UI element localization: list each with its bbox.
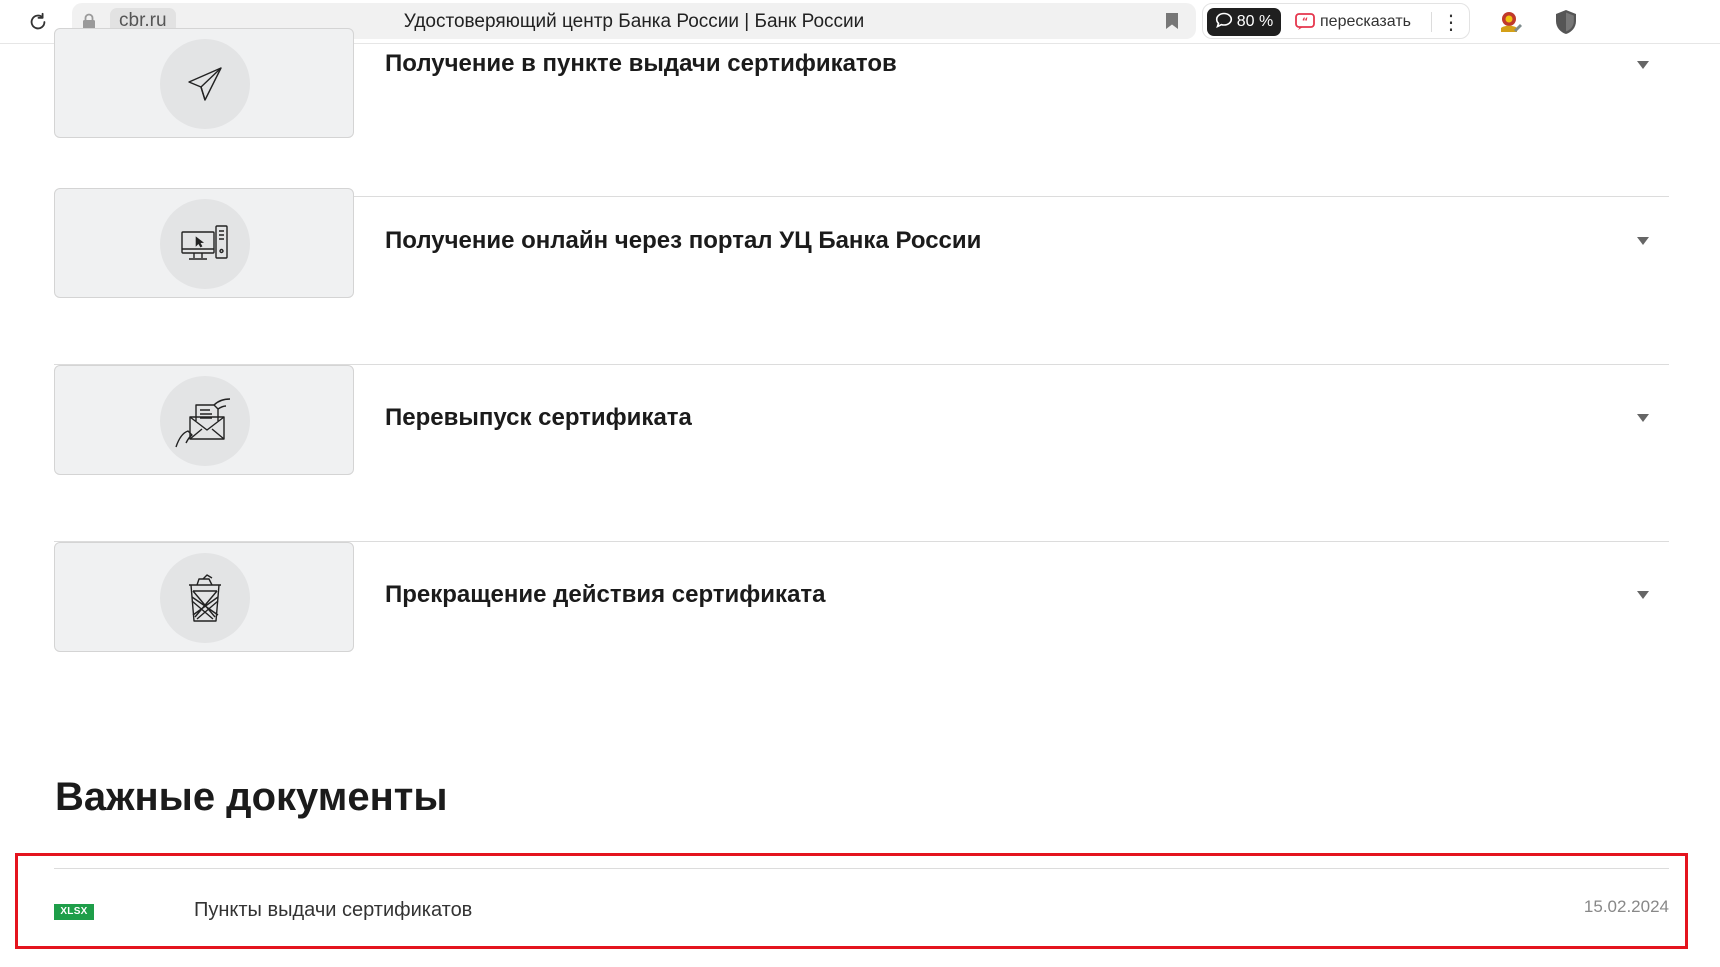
- chevron-down-icon[interactable]: [1637, 414, 1649, 422]
- document-row[interactable]: XLSX Пункты выдачи сертификатов 15.02.20…: [54, 868, 1669, 952]
- accordion-item-online-portal[interactable]: Получение онлайн через портал УЦ Банка Р…: [54, 188, 1669, 365]
- accordion-icon-box: [54, 188, 354, 298]
- paper-plane-icon: [160, 39, 250, 129]
- accordion-item-revoke[interactable]: Прекращение действия сертификата: [54, 542, 1669, 719]
- accordion-title: Прекращение действия сертификата: [385, 581, 826, 608]
- xlsx-file-badge: XLSX: [54, 904, 94, 920]
- envelope-hand-icon: [160, 376, 250, 466]
- reload-icon[interactable]: [26, 10, 50, 34]
- accordion-icon-box: [54, 365, 354, 475]
- trash-bin-icon: [160, 553, 250, 643]
- chevron-down-icon[interactable]: [1637, 237, 1649, 245]
- section-heading-documents: Важные документы: [55, 775, 448, 819]
- computer-icon: [160, 199, 250, 289]
- accordion-title: Получение в пункте выдачи сертификатов: [385, 50, 897, 77]
- document-date: 15.02.2024: [1583, 897, 1669, 916]
- accordion-item-reissue[interactable]: Перевыпуск сертификата: [54, 365, 1669, 542]
- accordion-item-pickup-point[interactable]: Получение в пункте выдачи сертификатов: [54, 0, 1669, 197]
- document-title-link[interactable]: Пункты выдачи сертификатов: [194, 899, 472, 922]
- chevron-down-icon[interactable]: [1637, 61, 1649, 69]
- chevron-down-icon[interactable]: [1637, 591, 1649, 599]
- accordion-icon-box: [54, 28, 354, 138]
- accordion-icon-box: [54, 542, 354, 652]
- page-content: Получение в пункте выдачи сертификатов П…: [0, 28, 1720, 967]
- accordion-title: Перевыпуск сертификата: [385, 404, 692, 431]
- accordion-title: Получение онлайн через портал УЦ Банка Р…: [385, 227, 982, 254]
